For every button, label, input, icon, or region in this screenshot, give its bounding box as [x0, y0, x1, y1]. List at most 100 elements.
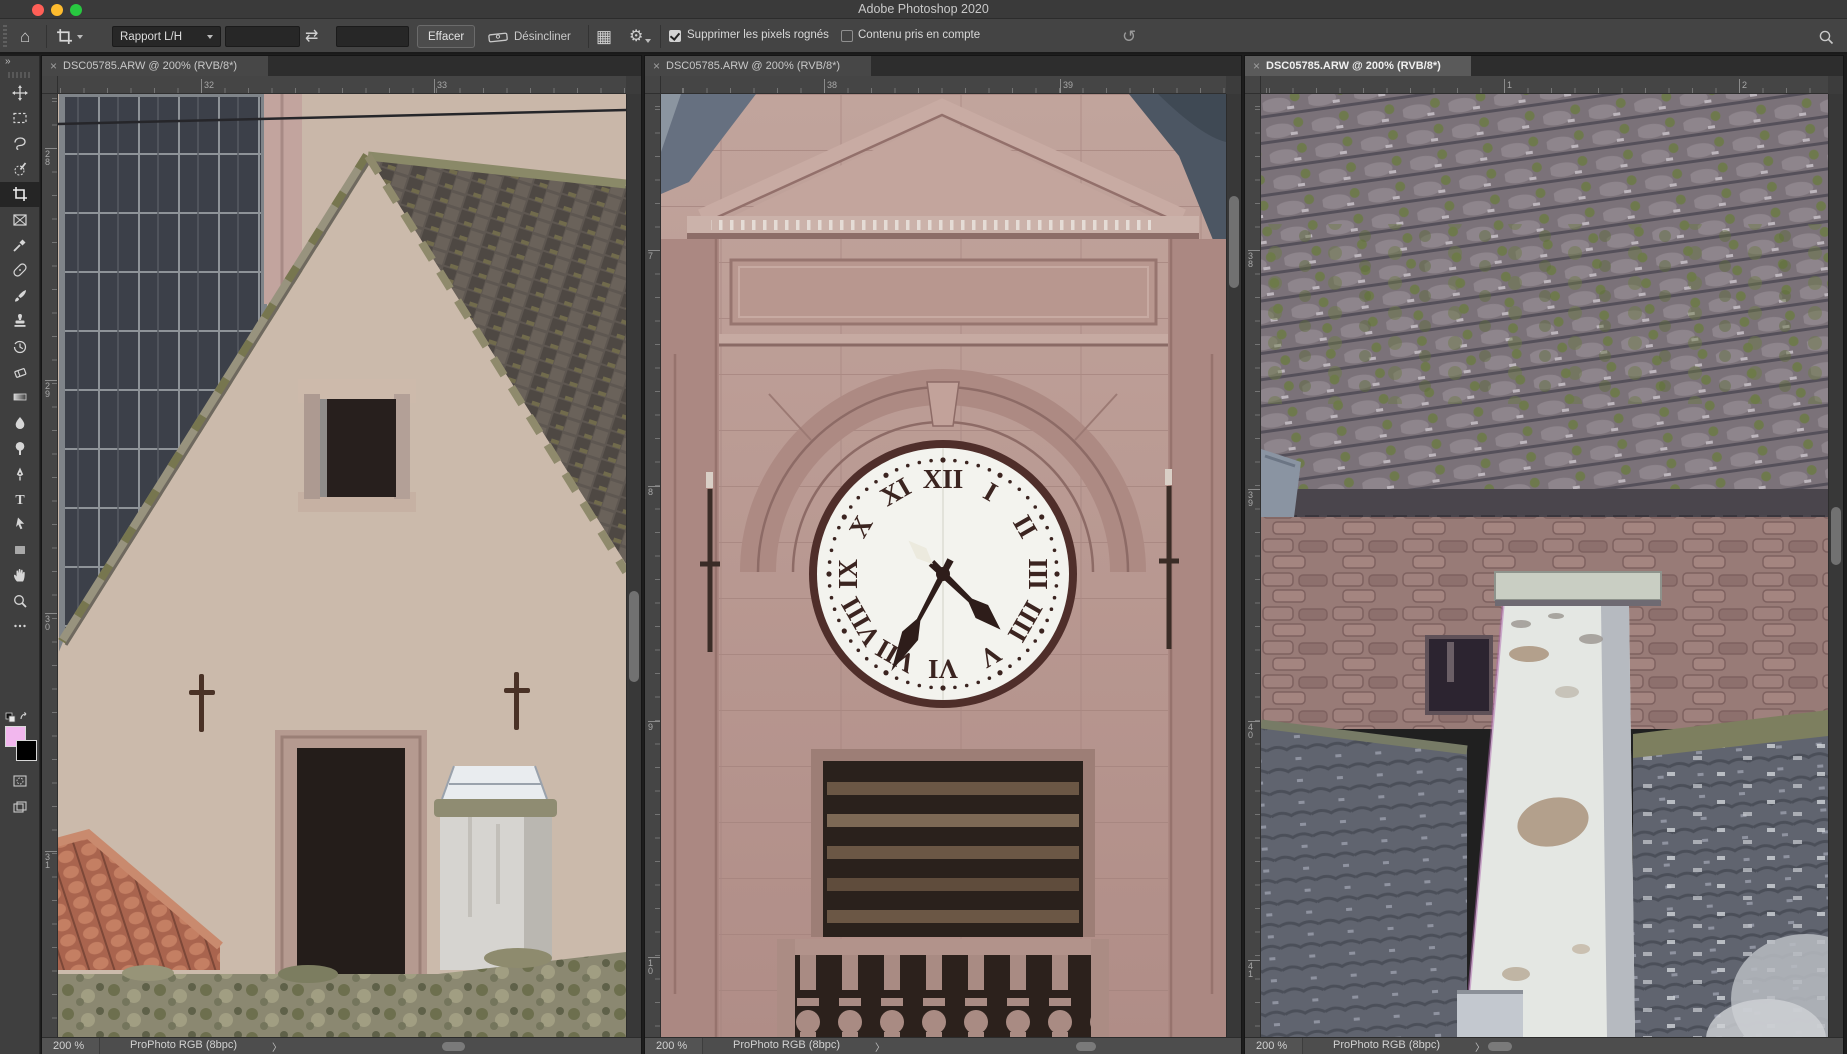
crop-height-input[interactable] [336, 26, 409, 47]
history-brush-tool[interactable] [0, 334, 40, 359]
horizontal-scrollbar-thumb[interactable] [1488, 1042, 1512, 1051]
close-tab-icon[interactable]: × [50, 59, 57, 73]
tab-bar: × DSC05785.ARW @ 200% (RVB/8*) [42, 56, 641, 76]
svg-text:III: III [1023, 558, 1053, 590]
crop-tool[interactable] [0, 182, 40, 207]
divider [660, 25, 661, 48]
chevron-down-icon [207, 35, 213, 39]
photoshop-app: Adobe Photoshop 2020 ⌂ Rapport L/H ⇄ Eff… [0, 0, 1847, 1054]
vertical-scrollbar[interactable] [1226, 94, 1241, 1037]
vertical-ruler[interactable]: 38394041 [1245, 94, 1261, 1037]
eyedropper-tool[interactable] [0, 232, 40, 257]
document-window-3: × DSC05785.ARW @ 200% (RVB/8*) 12 383940… [1245, 56, 1843, 1054]
marquee-tool[interactable] [0, 105, 40, 130]
crop-tool-preset-button[interactable] [56, 19, 83, 54]
screen-mode-button[interactable] [0, 794, 40, 819]
supprimer-pixels-label: Supprimer les pixels rognés [687, 29, 829, 41]
vertical-ruler[interactable]: 78910 [645, 94, 661, 1037]
straighten-icon [488, 30, 508, 44]
document-tab[interactable]: × DSC05785.ARW @ 200% (RVB/8*) [645, 56, 871, 76]
svg-text:T: T [15, 493, 25, 507]
pen-tool[interactable] [0, 461, 40, 486]
status-bar: 200 % ProPhoto RGB (8bpc) 〉 [645, 1037, 1241, 1054]
effacer-label: Effacer [428, 31, 464, 43]
vertical-scrollbar-thumb[interactable] [629, 591, 639, 682]
divider [46, 25, 47, 48]
tab-bar: × DSC05785.ARW @ 200% (RVB/8*) [1245, 56, 1843, 76]
app-title: Adobe Photoshop 2020 [0, 2, 1847, 16]
hand-tool[interactable] [0, 562, 40, 587]
vertical-scrollbar[interactable] [1828, 94, 1843, 1037]
swap-dimensions-button[interactable]: ⇄ [305, 19, 318, 54]
divider [588, 25, 589, 48]
type-tool[interactable]: T [0, 486, 40, 511]
status-disclosure-icon[interactable]: 〉 [1475, 1039, 1485, 1054]
document-tab[interactable]: × DSC05785.ARW @ 200% (RVB/8*) [1245, 56, 1471, 76]
quick-mask-button[interactable] [0, 768, 40, 793]
canvas-image-3[interactable] [1261, 94, 1828, 1037]
search-icon [1818, 29, 1834, 45]
tab-bar: × DSC05785.ARW @ 200% (RVB/8*) [645, 56, 1241, 76]
horizontal-scrollbar-thumb[interactable] [1076, 1042, 1096, 1051]
shape-tool[interactable] [0, 537, 40, 562]
blur-tool[interactable] [0, 410, 40, 435]
ruler-corner [645, 76, 661, 94]
move-tool[interactable] [0, 80, 40, 105]
lasso-tool[interactable] [0, 131, 40, 156]
canvas-image-1[interactable] [58, 94, 626, 1037]
color-profile-label: ProPhoto RGB (8bpc) [1333, 1039, 1440, 1051]
svg-text:XII: XII [923, 464, 964, 494]
horizontal-ruler[interactable]: 3839 [661, 76, 1226, 94]
zoom-level-field[interactable]: 200 % [1245, 1038, 1303, 1054]
document-window-2: × DSC05785.ARW @ 200% (RVB/8*) 3839 7891… [645, 56, 1241, 1054]
overlay-options-button[interactable]: ▦ [596, 19, 612, 54]
toolbar-grip [8, 72, 31, 78]
ratio-select[interactable]: Rapport L/H [112, 26, 221, 47]
effacer-button[interactable]: Effacer [417, 25, 475, 48]
status-bar: 200 % ProPhoto RGB (8bpc) 〉 [42, 1037, 641, 1054]
path-select-tool[interactable] [0, 512, 40, 537]
eraser-tool[interactable] [0, 359, 40, 384]
vertical-scrollbar-thumb[interactable] [1229, 196, 1239, 288]
zoom-level-field[interactable]: 200 % [645, 1038, 703, 1054]
quick-select-tool[interactable] [0, 156, 40, 181]
supprimer-pixels-checkbox[interactable] [669, 30, 681, 42]
close-tab-icon[interactable]: × [1253, 59, 1260, 73]
status-disclosure-icon[interactable]: 〉 [875, 1039, 885, 1054]
background-color-swatch[interactable] [16, 740, 37, 761]
search-button[interactable] [1818, 19, 1834, 54]
frame-tool[interactable] [0, 207, 40, 232]
title-bar: Adobe Photoshop 2020 [0, 0, 1847, 19]
horizontal-ruler[interactable]: 12 [1261, 76, 1828, 94]
home-button[interactable]: ⌂ [20, 19, 30, 54]
canvas-image-2[interactable]: XIIIIIIIIIIIIVVIVIIVIIIIXXXI [661, 94, 1226, 1037]
tab-title: DSC05785.ARW @ 200% (RVB/8*) [1266, 60, 1441, 72]
swap-colors-icon[interactable] [5, 708, 31, 724]
gradient-tool[interactable] [0, 385, 40, 410]
contenu-checkbox[interactable] [841, 30, 853, 42]
zoom-level-field[interactable]: 200 % [42, 1038, 100, 1054]
horizontal-scrollbar-thumb[interactable] [442, 1042, 465, 1051]
horizontal-ruler[interactable]: 3233 [58, 76, 626, 94]
vertical-scrollbar[interactable] [626, 94, 641, 1037]
clone-stamp-tool[interactable] [0, 309, 40, 334]
vertical-ruler[interactable]: 28293031 [42, 94, 58, 1037]
contenu-label: Contenu pris en compte [858, 29, 980, 41]
vertical-scrollbar-thumb[interactable] [1831, 507, 1841, 565]
dodge-tool[interactable] [0, 435, 40, 460]
desincliner-button[interactable]: Désincliner [488, 19, 571, 54]
edit-toolbar-button[interactable] [0, 613, 40, 638]
close-tab-icon[interactable]: × [653, 59, 660, 73]
document-tab[interactable]: × DSC05785.ARW @ 200% (RVB/8*) [42, 56, 268, 76]
toolbar-expand-button[interactable]: » [0, 56, 39, 70]
crop-settings-button[interactable]: ⚙ [629, 19, 651, 54]
zoom-tool[interactable] [0, 588, 40, 613]
ruler-corner [42, 76, 58, 94]
crop-width-input[interactable] [225, 26, 300, 47]
brush-tool[interactable] [0, 283, 40, 308]
tab-title: DSC05785.ARW @ 200% (RVB/8*) [63, 60, 237, 72]
reset-button[interactable]: ↺ [1122, 19, 1136, 54]
options-bar: ⌂ Rapport L/H ⇄ Effacer Désincliner ▦ ⚙ … [0, 19, 1847, 54]
healing-tool[interactable] [0, 258, 40, 283]
status-disclosure-icon[interactable]: 〉 [272, 1039, 282, 1054]
